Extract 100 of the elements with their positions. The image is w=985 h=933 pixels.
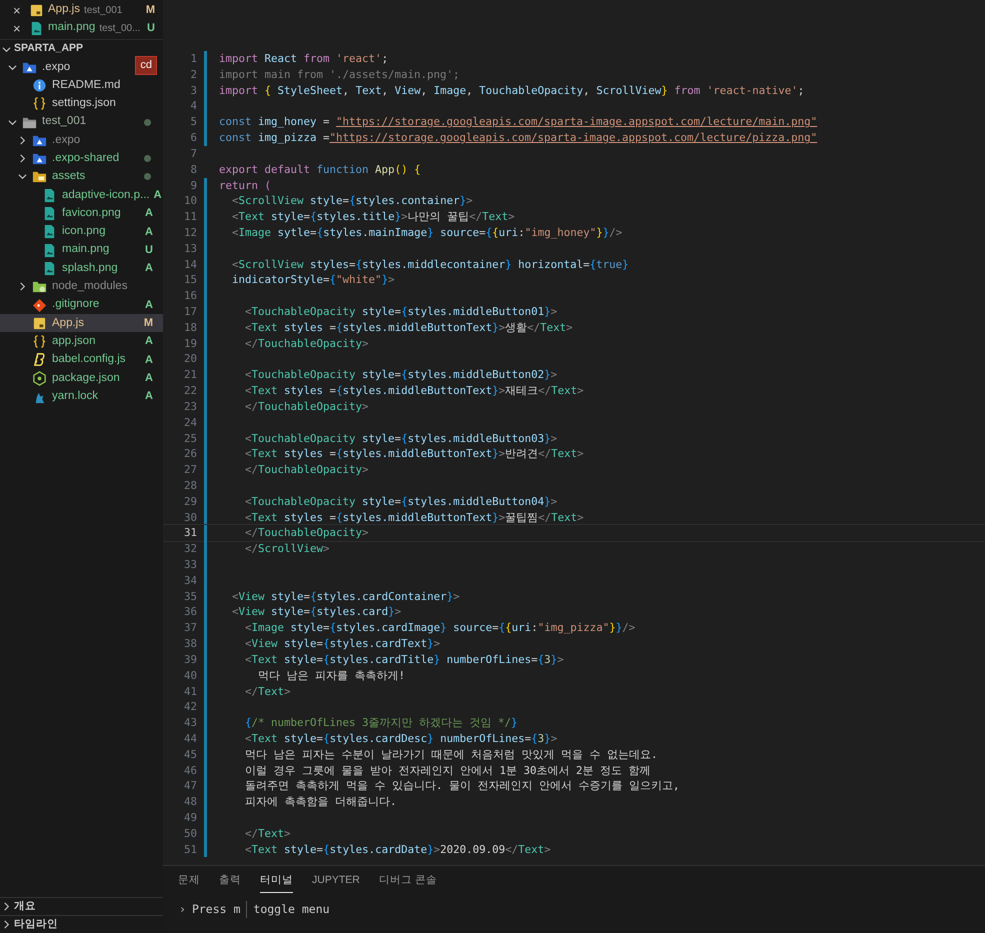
- line-number: 37: [182, 620, 197, 636]
- folder-name: assets: [52, 169, 86, 184]
- file-item[interactable]: app.json A: [0, 332, 163, 351]
- file-item[interactable]: App.js M: [0, 314, 163, 332]
- code-line: {/* numberOfLines 3줄까지만 하겠다는 것임 */}: [244, 715, 518, 731]
- section-title: 개요: [14, 898, 36, 914]
- file-item[interactable]: icon.png A: [0, 222, 163, 241]
- file-item[interactable]: package.json A: [0, 369, 163, 388]
- line-number: 28: [182, 478, 197, 494]
- folder-item[interactable]: test_001: [0, 112, 163, 132]
- line-number: 20: [182, 351, 197, 368]
- file-item[interactable]: splash.png A: [0, 259, 163, 278]
- chevron-down-icon[interactable]: [18, 172, 27, 182]
- line-number: 26: [182, 446, 197, 462]
- line-number: 32: [182, 541, 197, 557]
- code-line: <View style={styles.card}>: [231, 604, 402, 620]
- line-number: 35: [182, 588, 197, 604]
- git-status: A: [144, 389, 153, 404]
- line-number: 34: [182, 572, 197, 589]
- folder-name: test_001: [42, 114, 86, 130]
- folder-name: test_00...: [99, 22, 140, 36]
- info-icon: [32, 78, 47, 93]
- git-status: A: [144, 206, 153, 222]
- panel-tab[interactable]: 문제: [178, 873, 200, 893]
- open-editor-item[interactable]: × App.js test_001 M: [0, 1, 163, 19]
- git-status: U: [144, 242, 153, 258]
- code-line: const img_pizza ="https://storage.googleapis.com/sparta-image.appspot.com/lecture/pizza.png": [219, 130, 818, 146]
- code-line: <TouchableOpacity style={styles.middleButton03}>: [244, 430, 558, 446]
- line-number: 27: [182, 462, 197, 478]
- line-number: 18: [182, 320, 197, 336]
- line-number: 43: [182, 715, 197, 731]
- open-editor-item[interactable]: × main.png test_00... U: [0, 19, 163, 37]
- chevron-down-icon[interactable]: [8, 62, 17, 72]
- file-item[interactable]: main.png U: [0, 240, 163, 260]
- line-number: 42: [182, 699, 197, 716]
- folder-item[interactable]: .expo-shared: [0, 149, 163, 168]
- code-line: </TouchableOpacity>: [244, 336, 369, 352]
- panel-tab[interactable]: 디버그 콘솔: [378, 873, 437, 893]
- folder-item[interactable]: .expo: [0, 131, 163, 150]
- line-number: 50: [182, 826, 197, 842]
- file-item[interactable]: README.md: [0, 76, 163, 95]
- code-line: 먹다 남은 피자는 수분이 날라가기 때문에 처음처럼 맛있게 먹을 수 없는데요.: [244, 746, 658, 763]
- code-line: 이럴 경우 그릇에 물을 받아 전자레인지 안에서 1분 30초에서 2분 정도 함께: [244, 762, 651, 778]
- file-name: favicon.png: [62, 206, 121, 221]
- chevron-down-icon[interactable]: [8, 118, 17, 127]
- code-line: import React from 'react';: [219, 51, 388, 67]
- file-item[interactable]: favicon.png A: [0, 204, 163, 223]
- file-item[interactable]: adaptive-icon.p... A: [0, 186, 163, 204]
- folder-item[interactable]: .expo cd: [0, 58, 163, 76]
- file-item[interactable]: settings.json: [0, 94, 163, 113]
- chevron-right-icon[interactable]: [2, 920, 11, 929]
- git-status: A: [144, 298, 153, 313]
- code-line: <Text styles ={styles.middleButtonText}>생활</Text>: [244, 320, 573, 336]
- code-line: <ScrollView style={styles.container}>: [231, 193, 473, 210]
- chevron-right-icon[interactable]: [18, 154, 27, 164]
- folder-item[interactable]: node_modules: [0, 278, 163, 296]
- project-title: SPARTA_APP: [14, 41, 84, 56]
- folder-icon: [32, 169, 47, 184]
- chevron-right-icon[interactable]: [2, 902, 11, 911]
- git-status: M: [142, 316, 153, 332]
- file-item[interactable]: babel.config.js A: [0, 350, 163, 370]
- image-file-icon: [42, 188, 57, 203]
- code-line: <TouchableOpacity style={styles.middleButton01}>: [244, 304, 558, 320]
- line-number: 23: [182, 398, 197, 415]
- folder-item[interactable]: assets: [0, 168, 163, 186]
- folder-name: node_modules: [52, 279, 128, 294]
- code-line: 돌려주면 촉촉하게 먹을 수 있습니다. 물이 전자레인지 안에서 수증기를 일으키고,: [244, 778, 680, 794]
- chevron-right-icon[interactable]: [18, 136, 27, 145]
- line-number: 33: [182, 557, 197, 573]
- line-number: 6: [189, 130, 197, 146]
- file-item[interactable]: yarn.lock A: [0, 387, 163, 406]
- chevron-right-icon[interactable]: [18, 282, 27, 292]
- git-status: A: [144, 352, 153, 368]
- chevron-down-icon[interactable]: [2, 44, 11, 54]
- git-status: A: [144, 334, 153, 350]
- image-file-icon: [42, 242, 57, 258]
- line-number: 2: [189, 66, 197, 83]
- code-line: <Text style={styles.cardDesc} numberOfLines={3}>: [244, 730, 558, 747]
- file-name: main.png: [62, 242, 110, 258]
- line-number: 3: [189, 82, 197, 98]
- panel-tab[interactable]: JUPYTER: [312, 873, 360, 893]
- explorer-header[interactable]: SPARTA_APP: [0, 40, 163, 58]
- js-file-icon: [29, 2, 44, 18]
- close-button[interactable]: ×: [13, 4, 25, 16]
- hexagon-icon: [32, 370, 47, 386]
- git-status: A: [144, 261, 153, 276]
- close-button[interactable]: ×: [13, 22, 25, 34]
- line-number: 7: [189, 146, 197, 162]
- folder-name: .expo: [42, 60, 70, 75]
- file-item[interactable]: .gitignore A: [0, 296, 163, 314]
- code-line: <Text style={styles.cardDate}>2020.09.09</Text>: [244, 842, 551, 858]
- section-header[interactable]: 타임라인: [0, 915, 163, 933]
- line-number: 25: [182, 430, 197, 446]
- panel-tab[interactable]: 터미널: [260, 873, 293, 893]
- section-header[interactable]: 개요: [0, 897, 163, 915]
- panel-tab[interactable]: 출력: [219, 873, 241, 893]
- file-name: README.md: [52, 78, 120, 93]
- image-file-icon: [42, 260, 57, 276]
- code-line: indicatorStyle={"white"}>: [231, 272, 395, 288]
- line-number: 24: [182, 414, 197, 430]
